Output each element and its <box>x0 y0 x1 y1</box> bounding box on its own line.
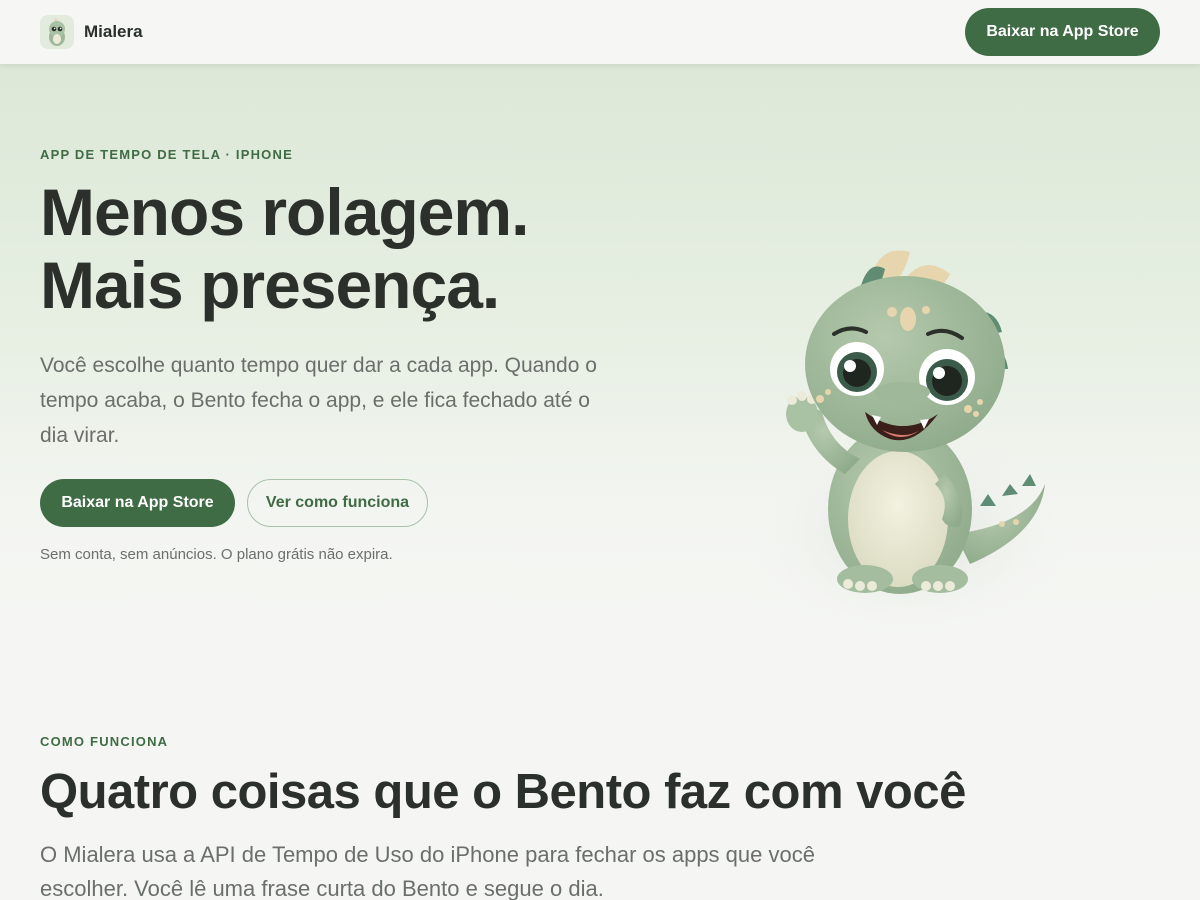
brand[interactable]: Mialera <box>40 15 143 49</box>
brand-name: Mialera <box>84 22 143 41</box>
hero-eyebrow: APP DE TEMPO DE TELA · IPHONE <box>40 147 293 162</box>
section-title: Quatro coisas que o Bento faz com você <box>40 765 966 819</box>
hero-actions: Baixar na App Store Ver como funciona <box>40 479 428 527</box>
app-store-button[interactable]: Baixar na App Store <box>40 479 235 527</box>
dino-mascot-illustration <box>740 234 1080 644</box>
hero-section: APP DE TEMPO DE TELA · IPHONE Menos rola… <box>0 64 1200 644</box>
dino-mascot-icon <box>40 15 74 49</box>
hero-note: Sem conta, sem anúncios. O plano grátis … <box>40 546 393 563</box>
hero-title-line-2: Mais presença. <box>40 248 500 322</box>
hero-description: Você escolhe quanto tempo quer dar a cad… <box>40 354 597 447</box>
top-navbar: Mialera Baixar na App Store <box>0 0 1200 64</box>
app-store-button-header[interactable]: Baixar na App Store <box>965 8 1160 56</box>
section-description: O Mialera usa a API de Tempo de Uso do i… <box>40 842 815 900</box>
hero-title: Menos rolagem. Mais presença. <box>40 176 680 322</box>
hero-title-line-1: Menos rolagem. <box>40 175 529 249</box>
how-it-works-button[interactable]: Ver como funciona <box>247 479 428 527</box>
section-eyebrow: COMO FUNCIONA <box>40 734 169 749</box>
